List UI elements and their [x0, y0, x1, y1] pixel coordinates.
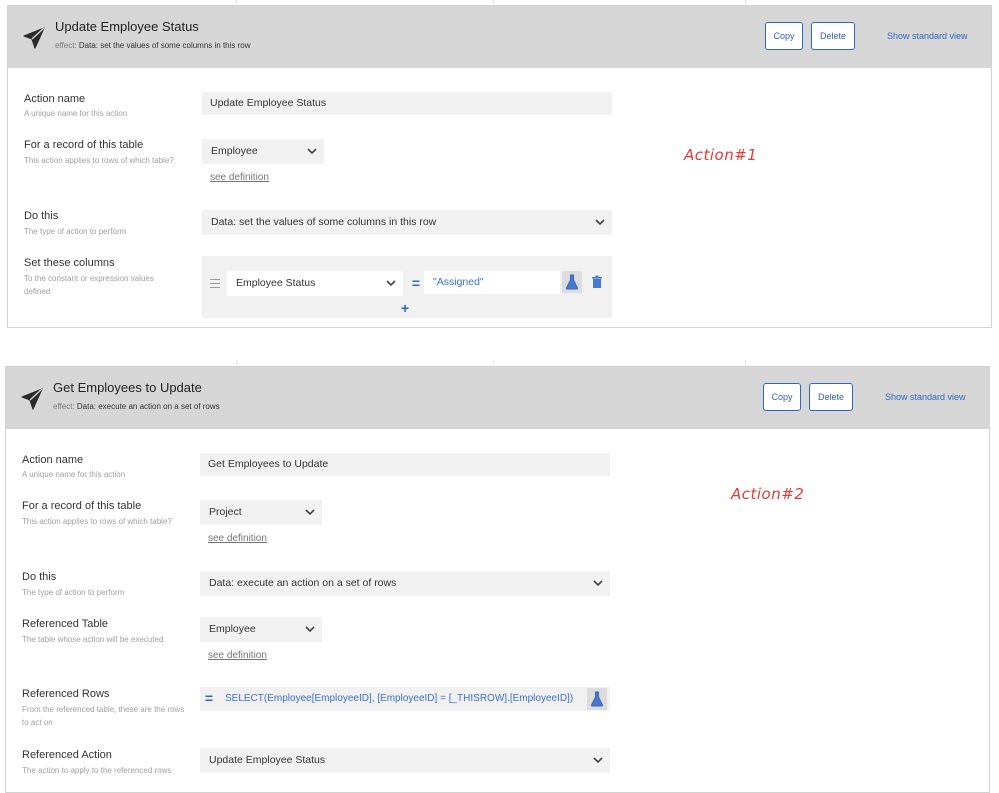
table-label: For a record of this table	[22, 500, 142, 512]
expression-assistant-button[interactable]	[562, 271, 582, 293]
referenced-rows-input[interactable]: SELECT(Employee[EmployeeID], [EmployeeID…	[216, 687, 582, 710]
set-columns-label: Set these columns	[24, 257, 115, 269]
effect-prefix: effect:	[53, 402, 75, 411]
do-this-help: The type of action to perform	[24, 227, 127, 236]
action-title: Update Employee Status	[55, 19, 199, 34]
show-standard-view-link[interactable]: Show standard view	[887, 31, 968, 41]
chevron-down-icon	[592, 571, 604, 596]
add-column-button[interactable]: +	[401, 300, 409, 316]
effect-value: Data: set the values of some columns in …	[78, 41, 251, 50]
action-name-input[interactable]: Update Employee Status	[202, 92, 612, 115]
equals-sign: =	[411, 275, 421, 291]
do-this-select-value: Data: execute an action on a set of rows	[209, 577, 397, 589]
flask-icon	[565, 274, 579, 290]
referenced-action-help: The action to apply to the referenced ro…	[22, 766, 172, 775]
drag-handle-icon[interactable]	[210, 279, 220, 288]
action-name-label: Action name	[24, 93, 86, 105]
referenced-table-label: Referenced Table	[22, 618, 109, 630]
table-select-value: Project	[209, 506, 242, 518]
annotation-action-2: Action#2	[731, 485, 805, 503]
table-label: For a record of this table	[24, 139, 144, 151]
action-name-label: Action name	[22, 454, 84, 466]
action-header[interactable]: Update Employee Status effect: Data: set…	[8, 6, 991, 68]
action-name-input[interactable]: Get Employees to Update	[200, 453, 610, 476]
table-select[interactable]: Project	[200, 500, 322, 525]
effect-prefix: effect:	[55, 41, 77, 50]
referenced-action-label: Referenced Action	[22, 749, 112, 761]
referenced-rows-expression: = SELECT(Employee[EmployeeID], [Employee…	[200, 687, 610, 711]
do-this-label: Do this	[24, 210, 59, 222]
table-help: This action applies to rows of which tab…	[22, 517, 172, 526]
annotation-action-1: Action#1	[684, 146, 758, 164]
action-panel-get-employees-to-update: Get Employees to Update effect: Data: ex…	[5, 366, 990, 793]
action-name-help: A unique name for this action	[22, 470, 126, 479]
page: Update Employee Status effect: Data: set…	[0, 0, 999, 793]
flask-icon	[590, 691, 604, 707]
referenced-table-select-value: Employee	[209, 623, 256, 635]
action-effect: effect: Data: set the values of some col…	[55, 41, 251, 50]
delete-button[interactable]: Delete	[811, 22, 855, 50]
send-icon	[22, 26, 46, 50]
referenced-table-help: The table whose action will be executed	[22, 635, 164, 644]
action-name-help: A unique name for this action	[24, 109, 128, 118]
see-definition-link[interactable]: see definition	[210, 172, 269, 183]
set-columns-list: Employee Status = "Assigned" +	[202, 256, 612, 318]
referenced-table-select[interactable]: Employee	[200, 617, 322, 642]
action-title: Get Employees to Update	[53, 380, 202, 395]
see-definition-link[interactable]: see definition	[208, 650, 267, 661]
expression-assistant-button[interactable]	[587, 688, 607, 710]
delete-column-icon[interactable]	[591, 275, 603, 289]
send-icon	[20, 387, 44, 411]
do-this-select-value: Data: set the values of some columns in …	[211, 216, 437, 228]
table-help: This action applies to rows of which tab…	[24, 156, 174, 165]
chevron-down-icon	[306, 139, 318, 164]
chevron-down-icon	[594, 210, 606, 235]
show-standard-view-link[interactable]: Show standard view	[885, 392, 966, 402]
effect-value: Data: execute an action on a set of rows	[76, 402, 220, 411]
action-form: Action name A unique name for this actio…	[8, 68, 991, 327]
do-this-select[interactable]: Data: set the values of some columns in …	[202, 210, 612, 235]
chevron-down-icon	[304, 617, 316, 642]
action-panel-update-employee-status: Update Employee Status effect: Data: set…	[7, 5, 992, 328]
referenced-action-select[interactable]: Update Employee Status	[200, 748, 610, 773]
table-select-value: Employee	[211, 145, 258, 157]
referenced-action-select-value: Update Employee Status	[209, 754, 326, 766]
do-this-select[interactable]: Data: execute an action on a set of rows	[200, 571, 610, 596]
table-select[interactable]: Employee	[202, 139, 324, 164]
equals-sign: =	[204, 690, 214, 706]
set-columns-help: To the constant or expression values def…	[24, 274, 154, 296]
chevron-down-icon	[304, 500, 316, 525]
see-definition-link[interactable]: see definition	[208, 533, 267, 544]
action-header[interactable]: Get Employees to Update effect: Data: ex…	[6, 367, 989, 429]
referenced-rows-help: From the referenced table, these are the…	[22, 705, 185, 727]
chevron-down-icon	[385, 271, 397, 296]
chevron-down-icon	[592, 748, 604, 773]
action-form: Action name A unique name for this actio…	[6, 429, 989, 792]
copy-button[interactable]: Copy	[765, 22, 803, 50]
action-effect: effect: Data: execute an action on a set…	[53, 402, 220, 411]
do-this-label: Do this	[22, 571, 57, 583]
copy-button[interactable]: Copy	[763, 383, 801, 411]
do-this-help: The type of action to perform	[22, 588, 125, 597]
column-expression-input[interactable]: "Assigned"	[424, 271, 560, 294]
delete-button[interactable]: Delete	[809, 383, 853, 411]
column-select[interactable]: Employee Status	[227, 271, 403, 296]
column-select-value: Employee Status	[236, 277, 316, 289]
referenced-rows-label: Referenced Rows	[22, 688, 110, 700]
